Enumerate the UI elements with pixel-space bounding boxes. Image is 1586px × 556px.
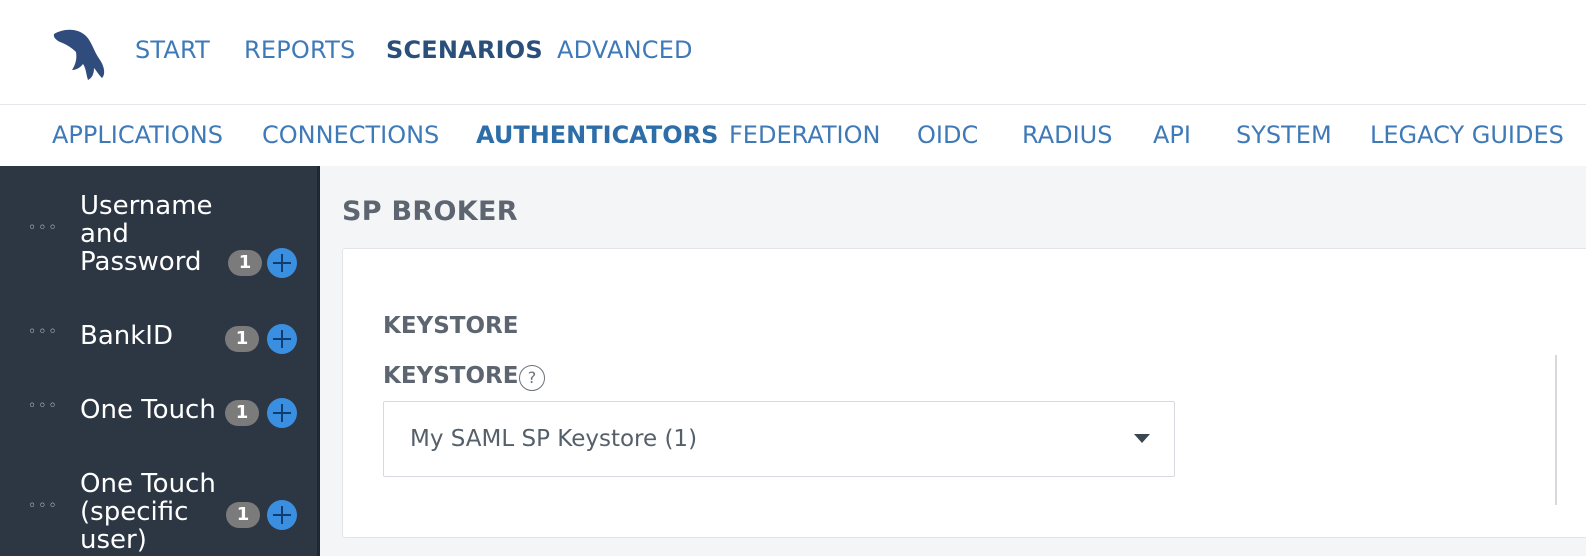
help-icon[interactable]: ? xyxy=(519,365,545,391)
bird-logo-icon[interactable] xyxy=(50,24,108,82)
tab-applications[interactable]: APPLICATIONS xyxy=(52,121,223,149)
sidebar-item-one-touch[interactable]: ◦◦◦ One Touch 1 xyxy=(0,394,317,430)
add-icon[interactable] xyxy=(267,248,297,278)
count-badge: 1 xyxy=(228,250,262,276)
tab-authenticators[interactable]: AUTHENTICATORS xyxy=(476,121,718,149)
count-badge: 1 xyxy=(225,326,259,352)
topnav-advanced[interactable]: ADVANCED xyxy=(557,36,693,64)
sidebar-item-label: Username and Password xyxy=(80,191,213,277)
authenticator-sidebar: ◦◦◦ Username and Password 1 ◦◦◦ BankID 1 ◦… xyxy=(0,166,320,556)
settings-card: KEYSTORE KEYSTORE ? My SAML SP Keystore … xyxy=(342,248,1586,538)
drag-handle-icon[interactable]: ◦◦◦ xyxy=(28,398,59,414)
keystore-select-value: My SAML SP Keystore (1) xyxy=(410,426,698,452)
count-badge: 1 xyxy=(225,400,259,426)
tab-oidc[interactable]: OIDC xyxy=(917,121,978,149)
tab-legacy-guides[interactable]: LEGACY GUIDES xyxy=(1370,121,1564,149)
main-content: SP BROKER KEYSTORE KEYSTORE ? My SAML SP… xyxy=(320,166,1586,556)
add-icon[interactable] xyxy=(267,398,297,428)
keystore-select[interactable]: My SAML SP Keystore (1) xyxy=(383,401,1175,477)
topnav-scenarios[interactable]: SCENARIOS xyxy=(386,36,543,64)
count-badge: 1 xyxy=(226,502,260,528)
sub-navigation: APPLICATIONS CONNECTIONS AUTHENTICATORS … xyxy=(0,106,1586,166)
add-icon[interactable] xyxy=(267,324,297,354)
topnav-reports[interactable]: REPORTS xyxy=(244,36,355,64)
add-icon[interactable] xyxy=(267,500,297,530)
sidebar-item-bankid[interactable]: ◦◦◦ BankID 1 xyxy=(0,320,317,356)
topnav-start[interactable]: START xyxy=(135,36,210,64)
top-bar: START REPORTS SCENARIOS ADVANCED xyxy=(0,0,1586,105)
sidebar-item-label: BankID xyxy=(80,321,173,351)
tab-connections[interactable]: CONNECTIONS xyxy=(262,121,439,149)
scrollbar[interactable] xyxy=(1555,355,1557,505)
tab-radius[interactable]: RADIUS xyxy=(1022,121,1112,149)
chevron-down-icon[interactable] xyxy=(1134,434,1150,443)
drag-handle-icon[interactable]: ◦◦◦ xyxy=(28,324,59,340)
drag-handle-icon[interactable]: ◦◦◦ xyxy=(28,220,59,236)
tab-system[interactable]: SYSTEM xyxy=(1236,121,1332,149)
page-title: SP BROKER xyxy=(342,196,518,227)
tab-federation[interactable]: FEDERATION xyxy=(729,121,880,149)
tab-api[interactable]: API xyxy=(1153,121,1191,149)
sidebar-item-one-touch-specific-user[interactable]: ◦◦◦ One Touch (specific user) 1 xyxy=(0,470,317,556)
sidebar-item-username-password[interactable]: ◦◦◦ Username and Password 1 xyxy=(0,192,317,278)
sidebar-item-label: One Touch xyxy=(80,395,216,425)
drag-handle-icon[interactable]: ◦◦◦ xyxy=(28,498,59,514)
sidebar-item-label: One Touch (specific user) xyxy=(80,469,216,555)
section-title: KEYSTORE xyxy=(383,313,519,339)
keystore-label: KEYSTORE xyxy=(383,363,519,389)
